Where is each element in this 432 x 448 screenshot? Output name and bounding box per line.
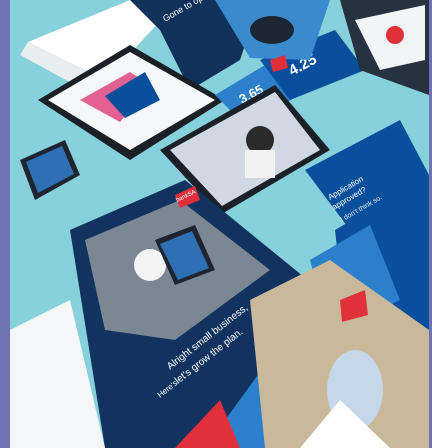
person-body [245, 150, 275, 178]
photo-collage: Gone to open quantum 3.65 4.25 [0, 0, 432, 448]
device-screen-accent [386, 26, 404, 44]
scene-svg: Gone to open quantum 3.65 4.25 [10, 0, 429, 448]
bird-silhouette [250, 16, 294, 44]
person-head [246, 126, 274, 154]
left-frame-edge [0, 0, 10, 448]
flatlay-scene: Gone to open quantum 3.65 4.25 [10, 0, 429, 448]
